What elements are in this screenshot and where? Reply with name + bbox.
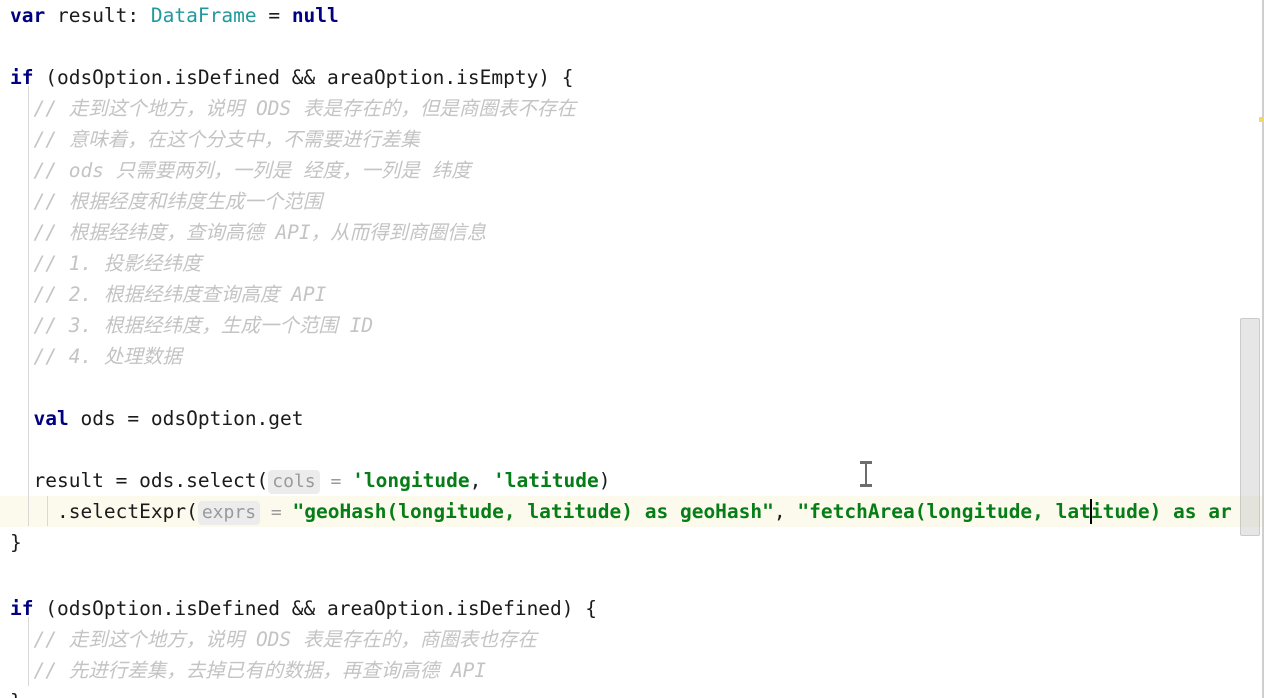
code-line[interactable]: var result: DataFrame = null	[0, 0, 1264, 31]
code-token-str: "fetchArea(longitude, latitude) as ar	[797, 500, 1232, 523]
code-token-cmt: // 根据经纬度，查询高德 API，从而得到商圈信息	[10, 221, 487, 244]
code-line[interactable]	[0, 372, 1264, 403]
code-token-cmt: // ods 只需要两列，一列是 经度，一列是 纬度	[10, 159, 471, 182]
code-line[interactable]: // 2. 根据经纬度查询高度 API	[0, 279, 1264, 310]
warning-marker-stripe[interactable]	[1259, 117, 1264, 122]
code-token-plain: }	[10, 531, 22, 554]
code-line-text: // 1. 投影经纬度	[0, 248, 1264, 279]
code-token-hint: exprs	[197, 501, 261, 525]
code-token-cmt: // 2. 根据经纬度查询高度 API	[10, 283, 327, 306]
marker-gutter[interactable]	[1240, 0, 1264, 698]
code-line-text: }	[0, 686, 1264, 698]
code-editor-view[interactable]: var result: DataFrame = null if (odsOptio…	[0, 0, 1264, 698]
code-line[interactable]: // 1. 投影经纬度	[0, 248, 1264, 279]
code-line[interactable]: // 走到这个地方，说明 ODS 表是存在的，但是商圈表不存在	[0, 93, 1264, 124]
code-token-str: 'longitude	[352, 469, 470, 492]
code-line[interactable]: // 走到这个地方，说明 ODS 表是存在的，商圈表也存在	[0, 624, 1264, 655]
ibeam-stem-icon	[865, 463, 867, 485]
mouse-ibeam-cursor	[860, 461, 872, 487]
code-line-text: // 根据经纬度，查询高德 API，从而得到商圈信息	[0, 217, 1264, 248]
code-token-cmt: // 1. 投影经纬度	[10, 252, 202, 275]
text-caret	[1090, 499, 1092, 524]
code-line[interactable]	[0, 31, 1264, 62]
code-token-kw: null	[291, 4, 339, 27]
code-line-text: // 意味着，在这个分支中，不需要进行差集	[0, 124, 1264, 155]
code-token-cmt: // 走到这个地方，说明 ODS 表是存在的，但是商圈表不存在	[10, 97, 576, 120]
code-line[interactable]: if (odsOption.isDefined && areaOption.is…	[0, 593, 1264, 624]
code-token-str: 'latitude	[493, 469, 599, 492]
code-line[interactable]	[0, 558, 1264, 589]
code-line-text: // ods 只需要两列，一列是 经度，一列是 纬度	[0, 155, 1264, 186]
code-line[interactable]: // 根据经纬度，查询高德 API，从而得到商圈信息	[0, 217, 1264, 248]
code-line-text: result = ods.select(cols = 'longitude, '…	[0, 465, 1264, 497]
code-token-plain: .selectExpr(	[10, 500, 198, 523]
code-line[interactable]: if (odsOption.isDefined && areaOption.is…	[0, 62, 1264, 93]
code-token-plain: result:	[45, 4, 151, 27]
code-token-plain: }	[10, 690, 22, 698]
code-line[interactable]	[0, 434, 1264, 465]
code-line-text: // 2. 根据经纬度查询高度 API	[0, 279, 1264, 310]
code-token-hint-eq: =	[260, 502, 293, 523]
indent-guide-line	[28, 617, 29, 686]
code-token-hint-eq: =	[319, 471, 353, 492]
code-token-kw: if	[10, 597, 34, 620]
code-token-plain: ,	[773, 500, 798, 523]
code-token-cmt: // 走到这个地方，说明 ODS 表是存在的，商圈表也存在	[10, 628, 537, 651]
code-line-text: if (odsOption.isDefined && areaOption.is…	[0, 62, 1264, 93]
code-token-str: "geoHash(longitude, latitude) as geoHash…	[292, 500, 774, 523]
code-token-plain: =	[256, 4, 292, 27]
code-line-text: // 走到这个地方，说明 ODS 表是存在的，但是商圈表不存在	[0, 93, 1264, 124]
code-line-text: .selectExpr(exprs = "geoHash(longitude, …	[0, 496, 1264, 528]
code-line-text: // 走到这个地方，说明 ODS 表是存在的，商圈表也存在	[0, 624, 1264, 655]
code-token-type: DataFrame	[150, 4, 257, 27]
code-token-plain: ,	[469, 469, 494, 492]
code-token-kw: var	[10, 4, 46, 27]
code-line-text: }	[0, 527, 1264, 558]
code-token-kw: val	[33, 407, 69, 430]
code-token-cmt: // 3. 根据经纬度，生成一个范围 ID	[10, 314, 374, 337]
code-line-text: if (odsOption.isDefined && areaOption.is…	[0, 593, 1264, 624]
code-token-plain: )	[598, 469, 611, 492]
code-line[interactable]: }	[0, 686, 1264, 698]
code-token-hint: cols	[268, 470, 320, 494]
code-surface[interactable]: var result: DataFrame = null if (odsOptio…	[0, 0, 1264, 698]
indent-guide-line	[47, 496, 48, 526]
code-line[interactable]: .selectExpr(exprs = "geoHash(longitude, …	[0, 496, 1264, 527]
code-line-text: val ods = odsOption.get	[0, 403, 1264, 434]
code-token-plain: result = ods.select(	[10, 469, 269, 492]
code-line-text: var result: DataFrame = null	[0, 0, 1264, 31]
code-token-cmt: // 意味着，在这个分支中，不需要进行差集	[10, 128, 420, 151]
code-line[interactable]: // 4. 处理数据	[0, 341, 1264, 372]
code-line[interactable]: // ods 只需要两列，一列是 经度，一列是 纬度	[0, 155, 1264, 186]
code-line[interactable]: result = ods.select(cols = 'longitude, '…	[0, 465, 1264, 496]
ibeam-cap-bottom-icon	[860, 484, 872, 487]
code-token-plain: (odsOption.isDefined && areaOption.isDef…	[33, 597, 598, 620]
code-token-cmt: // 根据经度和纬度生成一个范围	[10, 190, 323, 213]
code-line[interactable]: }	[0, 527, 1264, 558]
vertical-scrollbar-thumb[interactable]	[1240, 318, 1260, 536]
code-token-plain: ods = odsOption.get	[68, 407, 304, 430]
code-line-text: // 4. 处理数据	[0, 341, 1264, 372]
code-line-text: // 先进行差集，去掉已有的数据，再查询高德 API	[0, 655, 1264, 686]
code-token-kw: if	[10, 66, 34, 89]
code-line[interactable]: // 意味着，在这个分支中，不需要进行差集	[0, 124, 1264, 155]
indent-guide-line	[28, 86, 29, 526]
code-token-plain: (odsOption.isDefined && areaOption.isEmp…	[33, 66, 574, 89]
code-line[interactable]: val ods = odsOption.get	[0, 403, 1264, 434]
code-line[interactable]: // 先进行差集，去掉已有的数据，再查询高德 API	[0, 655, 1264, 686]
code-line-text: // 3. 根据经纬度，生成一个范围 ID	[0, 310, 1264, 341]
code-token-cmt: // 先进行差集，去掉已有的数据，再查询高德 API	[10, 659, 487, 682]
code-line[interactable]: // 根据经度和纬度生成一个范围	[0, 186, 1264, 217]
code-line[interactable]: // 3. 根据经纬度，生成一个范围 ID	[0, 310, 1264, 341]
code-line-text: // 根据经度和纬度生成一个范围	[0, 186, 1264, 217]
code-token-cmt: // 4. 处理数据	[10, 345, 182, 368]
